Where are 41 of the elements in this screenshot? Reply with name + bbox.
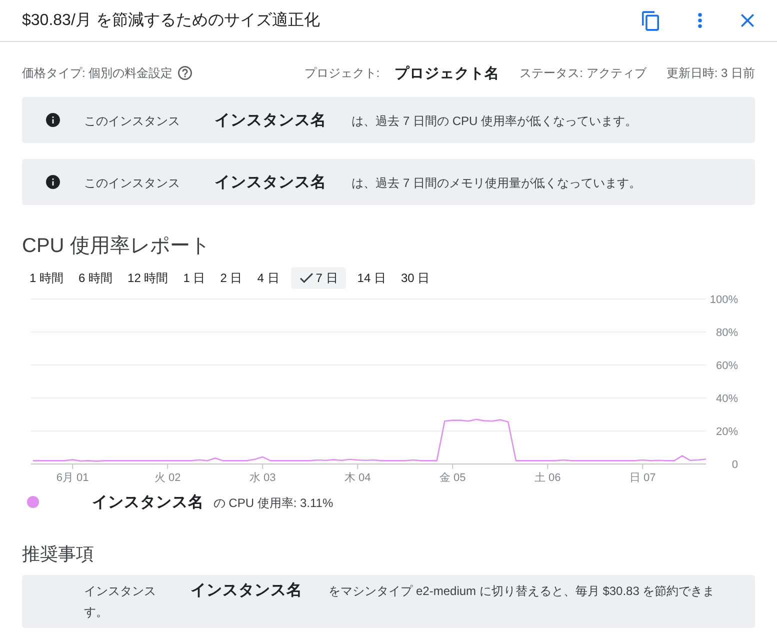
y-axis-label: 100% bbox=[710, 294, 738, 306]
x-axis-label: 土 06 bbox=[534, 472, 561, 484]
y-axis-label: 80% bbox=[716, 327, 738, 339]
time-range-tab[interactable]: 14 日 bbox=[350, 267, 394, 289]
banner-message: このインスタンス インスタンス名 は、過去 7 日間の CPU 使用率が低くなっています。 bbox=[84, 110, 638, 130]
time-range-tab[interactable]: 7 日 bbox=[290, 267, 346, 289]
panel-title: $30.83/月 を節減するためのサイズ適正化 bbox=[22, 10, 320, 31]
check-icon bbox=[300, 273, 313, 283]
x-axis-label: 木 04 bbox=[344, 472, 371, 484]
status-label: ステータス: アクティブ bbox=[520, 64, 646, 82]
x-axis-label: 火 02 bbox=[154, 472, 181, 484]
info-icon bbox=[46, 175, 60, 189]
time-range-tab[interactable]: 6 時間 bbox=[71, 267, 120, 289]
y-axis-label: 40% bbox=[716, 393, 738, 405]
more-options-icon[interactable] bbox=[698, 13, 702, 28]
project-name: プロジェクト名 bbox=[394, 64, 500, 82]
info-icon bbox=[46, 113, 60, 127]
recommendation-text: インスタンス インスタンス名 をマシンタイプ e2-medium に切り替えると、毎月 $30.83 を節約できます。 bbox=[84, 581, 716, 621]
help-icon[interactable] bbox=[178, 66, 192, 80]
time-range-tab[interactable]: 2 日 bbox=[212, 267, 250, 289]
time-range-tab[interactable]: 4 日 bbox=[250, 267, 287, 289]
pricing-type-label: 価格タイプ: 個別の料金設定 bbox=[22, 64, 173, 82]
x-axis-label: 金 05 bbox=[439, 472, 466, 484]
close-icon[interactable] bbox=[741, 14, 754, 27]
x-axis-label: 6月 01 bbox=[56, 472, 89, 484]
x-axis-label: 水 03 bbox=[249, 472, 276, 484]
project-label: プロジェクト: bbox=[304, 64, 380, 82]
time-range-tab[interactable]: 1 日 bbox=[176, 267, 213, 289]
time-range-tab[interactable]: 12 時間 bbox=[120, 267, 176, 289]
updated-time: 更新日時: 3 日前 bbox=[666, 64, 755, 82]
y-axis-label: 20% bbox=[716, 426, 738, 438]
y-axis-label: 60% bbox=[716, 360, 738, 372]
x-axis-label: 日 07 bbox=[630, 472, 656, 484]
copy-icon[interactable] bbox=[642, 10, 659, 30]
y-axis-label: 0 bbox=[732, 459, 738, 471]
recommendations-title: 推奨事項 bbox=[22, 543, 95, 566]
legend-label: インスタンス名 の CPU 使用率: 3.11% bbox=[92, 492, 334, 512]
banner-message: このインスタンス インスタンス名 は、過去 7 日間のメモリ使用量が低くなっています。 bbox=[84, 172, 642, 192]
report-title: CPU 使用率レポート bbox=[22, 234, 211, 259]
time-range-tab[interactable]: 1 時間 bbox=[22, 267, 72, 289]
time-range-tab[interactable]: 30 日 bbox=[393, 267, 438, 289]
